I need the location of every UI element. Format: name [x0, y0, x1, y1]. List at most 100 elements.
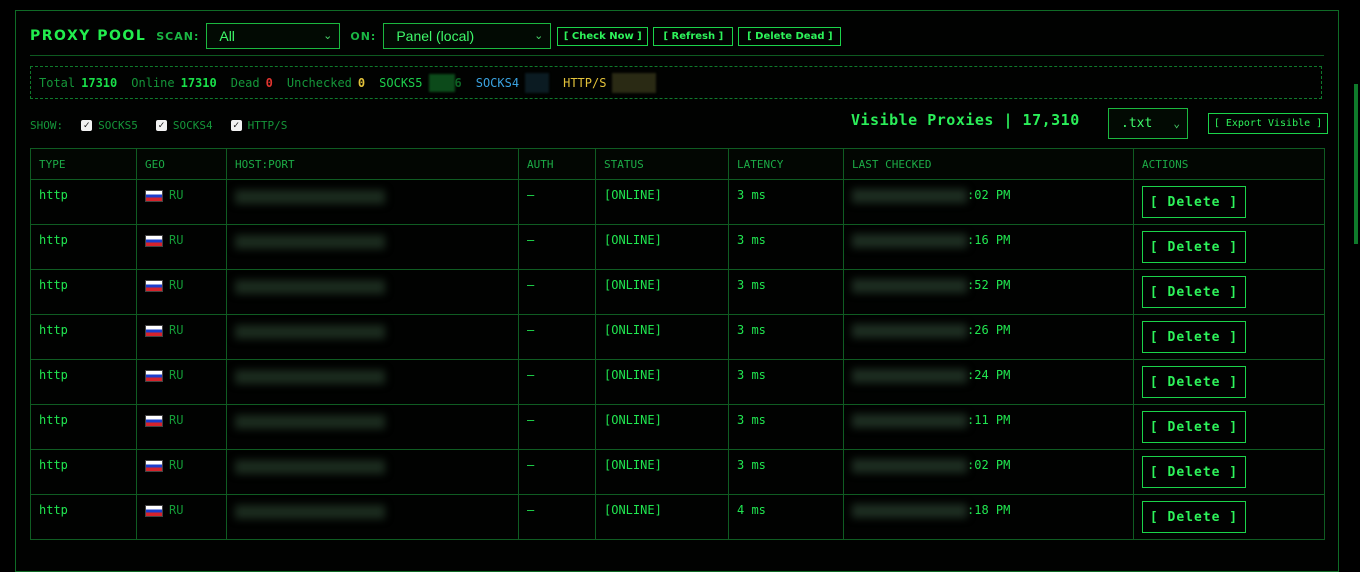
geo-cell: RU	[136, 269, 227, 315]
delete-button[interactable]: [ Delete ]	[1142, 411, 1246, 443]
status-cell: [ONLINE]	[595, 224, 729, 270]
russia-flag-icon	[145, 279, 163, 292]
col-host-port[interactable]: HOST:PORT	[226, 148, 519, 180]
delete-button[interactable]: [ Delete ]	[1142, 186, 1246, 218]
auth-cell: –	[518, 449, 596, 495]
col-geo[interactable]: GEO	[136, 148, 227, 180]
total-value: 17310	[81, 75, 118, 90]
host-port-redacted	[235, 505, 385, 519]
delete-button[interactable]: [ Delete ]	[1142, 501, 1246, 533]
type-cell: http	[30, 359, 137, 405]
dead-label: Dead	[230, 75, 260, 90]
geo-code: RU	[169, 233, 184, 247]
check-now-button[interactable]: [ Check Now ]	[557, 26, 649, 46]
status-cell: [ONLINE]	[595, 404, 729, 450]
host-port-redacted	[235, 415, 385, 429]
refresh-button[interactable]: [ Refresh ]	[653, 26, 734, 46]
latency-cell: 3 ms	[728, 359, 844, 405]
geo-cell: RU	[136, 404, 227, 450]
delete-dead-button[interactable]: [ Delete Dead ]	[738, 26, 842, 46]
delete-button[interactable]: [ Delete ]	[1142, 276, 1246, 308]
socks4-count-redacted	[525, 72, 550, 93]
geo-code: RU	[169, 413, 184, 427]
total-label: Total	[39, 75, 76, 90]
table-header-row: TYPE GEO HOST:PORT AUTH STATUS LATENCY L…	[30, 148, 1325, 180]
auth-cell: –	[518, 224, 596, 270]
status-cell: [ONLINE]	[595, 359, 729, 405]
russia-flag-icon	[145, 234, 163, 247]
actions-cell: [ Delete ]	[1133, 224, 1325, 270]
socks4-filter-label: SOCKS4	[172, 118, 213, 132]
delete-button[interactable]: [ Delete ]	[1142, 366, 1246, 398]
dead-value: 0	[265, 75, 273, 90]
col-last-checked[interactable]: LAST CHECKED	[843, 148, 1134, 180]
host-port-redacted	[235, 190, 385, 204]
delete-button[interactable]: [ Delete ]	[1142, 456, 1246, 488]
host-port-cell	[226, 179, 519, 225]
last-checked-redacted	[852, 323, 967, 338]
host-port-cell	[226, 404, 519, 450]
host-port-redacted	[235, 370, 385, 384]
col-latency[interactable]: LATENCY	[728, 148, 844, 180]
scrollbar[interactable]	[1354, 84, 1358, 244]
status-cell: [ONLINE]	[595, 314, 729, 360]
last-checked-redacted	[852, 233, 967, 248]
geo-code: RU	[169, 188, 184, 202]
delete-button[interactable]: [ Delete ]	[1142, 321, 1246, 353]
socks5-count-redacted	[428, 73, 455, 92]
latency-cell: 3 ms	[728, 269, 844, 315]
host-port-cell	[226, 359, 519, 405]
type-cell: http	[30, 224, 137, 270]
russia-flag-icon	[145, 369, 163, 382]
last-checked-cell: :02 PM	[843, 179, 1134, 225]
latency-cell: 3 ms	[728, 314, 844, 360]
delete-button[interactable]: [ Delete ]	[1142, 231, 1246, 263]
col-type[interactable]: TYPE	[30, 148, 137, 180]
geo-code: RU	[169, 323, 184, 337]
on-select[interactable]: Panel (local) ⌄	[383, 23, 552, 49]
last-checked-redacted	[852, 458, 967, 473]
geo-cell: RU	[136, 494, 227, 540]
last-checked-cell: :16 PM	[843, 224, 1134, 270]
type-cell: http	[30, 494, 137, 540]
col-status[interactable]: STATUS	[595, 148, 729, 180]
export-format-value: .txt	[1121, 116, 1153, 131]
chevron-down-icon: ⌄	[323, 30, 333, 42]
last-checked-cell: :18 PM	[843, 494, 1134, 540]
scan-select[interactable]: All ⌄	[206, 23, 341, 49]
table-row: http RU – [ONLINE] 3 ms:24 PM [ Delete ]	[30, 359, 1325, 405]
unchecked-value: 0	[357, 75, 366, 90]
visible-proxies-count: Visible Proxies | 17,310	[851, 111, 1080, 129]
socks4-checkbox[interactable]: ✓	[155, 119, 167, 131]
table-row: http RU – [ONLINE] 3 ms:11 PM [ Delete ]	[30, 404, 1325, 450]
col-auth[interactable]: AUTH	[518, 148, 596, 180]
last-checked-time: :02 PM	[967, 458, 1011, 472]
online-value: 17310	[180, 75, 217, 90]
export-visible-button[interactable]: [ Export Visible ]	[1208, 113, 1328, 134]
actions-cell: [ Delete ]	[1133, 494, 1325, 540]
last-checked-redacted	[852, 188, 967, 203]
socks5-count-tail: 6	[454, 75, 462, 90]
latency-cell: 3 ms	[728, 404, 844, 450]
table-row: http RU – [ONLINE] 3 ms:02 PM [ Delete ]	[30, 449, 1325, 495]
table-row: http RU – [ONLINE] 3 ms:02 PM [ Delete ]	[30, 179, 1325, 225]
actions-cell: [ Delete ]	[1133, 359, 1325, 405]
https-count-redacted	[612, 72, 657, 93]
status-cell: [ONLINE]	[595, 179, 729, 225]
last-checked-redacted	[852, 503, 967, 518]
status-cell: [ONLINE]	[595, 494, 729, 540]
col-actions: ACTIONS	[1133, 148, 1325, 180]
geo-cell: RU	[136, 314, 227, 360]
actions-cell: [ Delete ]	[1133, 179, 1325, 225]
scan-label: SCAN:	[156, 29, 200, 43]
latency-cell: 3 ms	[728, 224, 844, 270]
host-port-cell	[226, 269, 519, 315]
https-checkbox[interactable]: ✓	[230, 119, 242, 131]
type-filter: SHOW: ✓ SOCKS5 ✓ SOCKS4 ✓ HTTP/S	[30, 115, 287, 135]
host-port-redacted	[235, 460, 385, 474]
auth-cell: –	[518, 314, 596, 360]
socks5-checkbox[interactable]: ✓	[81, 119, 93, 131]
export-format-select[interactable]: .txt ⌄	[1108, 108, 1188, 139]
last-checked-time: :16 PM	[967, 233, 1011, 247]
russia-flag-icon	[145, 414, 163, 427]
